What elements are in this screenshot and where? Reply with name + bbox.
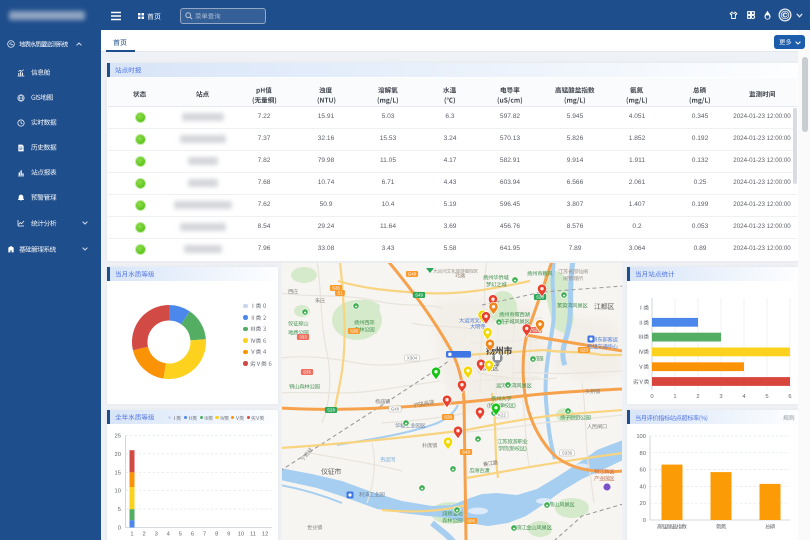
svg-text:X304: X304 [407,356,418,361]
svg-text:S05: S05 [467,519,475,524]
svg-text:S49: S49 [415,293,423,298]
svg-text:S35: S35 [303,370,311,375]
svg-text:S36: S36 [350,329,358,334]
svg-text:100: 100 [636,434,646,440]
svg-text:5: 5 [179,532,182,538]
svg-text:S336: S336 [562,451,573,456]
svg-text:3: 3 [719,394,722,400]
svg-text:80: 80 [640,451,646,457]
svg-text:5: 5 [118,507,121,513]
svg-text:2: 2 [696,394,699,400]
svg-text:15: 15 [115,470,121,476]
svg-text:G40: G40 [408,272,417,277]
svg-text:S28: S28 [444,415,452,420]
svg-text:6: 6 [788,394,791,400]
svg-text:S23: S23 [580,348,588,353]
svg-text:2: 2 [142,532,145,538]
svg-text:1: 1 [673,394,676,400]
svg-text:20: 20 [115,452,121,458]
svg-text:3: 3 [155,532,158,538]
svg-text:60: 60 [640,468,646,474]
svg-text:S1: S1 [337,291,343,296]
svg-text:40: 40 [640,484,646,490]
svg-text:5: 5 [765,394,768,400]
svg-text:333: 333 [299,335,307,340]
svg-text:10: 10 [238,532,244,538]
svg-text:9: 9 [227,532,230,538]
svg-text:10: 10 [115,489,121,495]
svg-text:20: 20 [640,501,646,507]
svg-text:6: 6 [191,532,194,538]
svg-text:8: 8 [215,532,218,538]
svg-text:0: 0 [643,518,646,524]
svg-text:11: 11 [250,532,256,538]
svg-text:0: 0 [118,526,121,532]
svg-text:0: 0 [650,394,653,400]
svg-text:G40: G40 [391,407,400,412]
svg-text:4: 4 [167,532,171,538]
svg-text:1: 1 [130,532,133,538]
svg-text:4: 4 [742,394,746,400]
svg-text:25: 25 [115,434,121,440]
svg-text:S49: S49 [462,450,470,455]
svg-text:K22: K22 [498,413,506,418]
svg-text:7: 7 [203,532,206,538]
svg-text:12: 12 [262,532,268,538]
svg-text:S28: S28 [327,408,335,413]
